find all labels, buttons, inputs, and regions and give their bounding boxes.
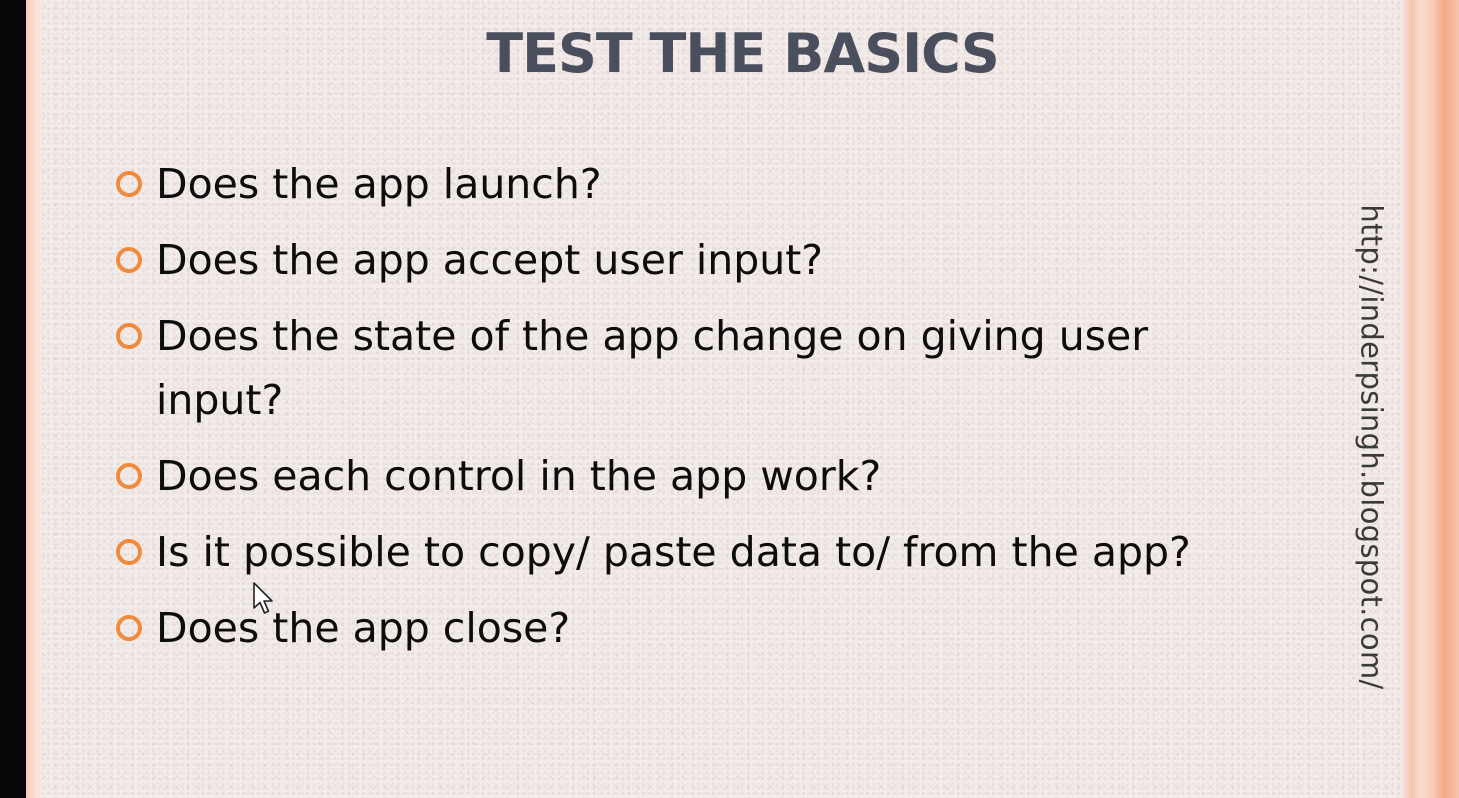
watermark-url-text: http://inderpsingh.blogspot.com/ <box>1355 203 1389 690</box>
circle-bullet-icon <box>116 171 142 197</box>
bullet-text: Does the state of the app change on givi… <box>156 312 1149 424</box>
bullet-item-launch: Does the app launch? <box>112 152 1272 216</box>
bullet-text: Does the app close? <box>156 604 571 652</box>
left-black-bar <box>0 0 26 798</box>
mouse-pointer-icon <box>253 582 273 614</box>
circle-bullet-icon <box>116 463 142 489</box>
bullet-list: Does the app launch? Does the app accept… <box>112 152 1272 672</box>
bullet-text: Does the app accept user input? <box>156 236 824 284</box>
slide-right-border <box>1400 0 1459 798</box>
bullet-item-controls: Does each control in the app work? <box>112 444 1272 508</box>
circle-bullet-icon <box>116 615 142 641</box>
circle-bullet-icon <box>116 539 142 565</box>
watermark-url: http://inderpsingh.blogspot.com/ <box>1344 174 1400 719</box>
bullet-text: Is it possible to copy/ paste data to/ f… <box>156 528 1191 576</box>
circle-bullet-icon <box>116 323 142 349</box>
bullet-item-user-input: Does the app accept user input? <box>112 228 1272 292</box>
bullet-item-close: Does the app close? <box>112 596 1272 660</box>
slide-title: TEST THE BASICS <box>486 22 999 85</box>
slide-left-border <box>26 0 42 798</box>
circle-bullet-icon <box>116 247 142 273</box>
bullet-item-copy-paste: Is it possible to copy/ paste data to/ f… <box>112 520 1272 584</box>
bullet-item-state-change: Does the state of the app change on givi… <box>112 304 1272 432</box>
bullet-text: Does each control in the app work? <box>156 452 882 500</box>
screen: TEST THE BASICS Does the app launch? Doe… <box>0 0 1459 798</box>
bullet-text: Does the app launch? <box>156 160 602 208</box>
